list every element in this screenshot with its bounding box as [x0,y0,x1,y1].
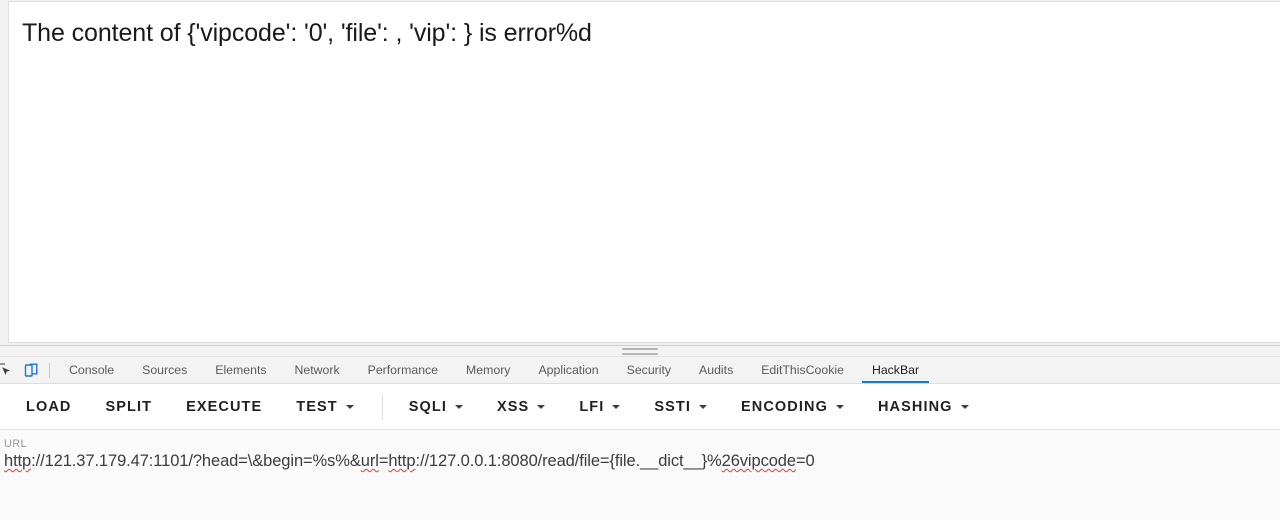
button-label: TEST [296,398,338,415]
chevron-down-icon [537,404,546,409]
url-input[interactable]: http://121.37.179.47:1101/?head=\&begin=… [2,452,1272,471]
drag-handle-line [622,353,658,355]
tab-label: Console [69,363,115,377]
load-button[interactable]: LOAD [16,393,81,421]
chevron-down-icon [612,404,621,409]
url-segment: = [378,452,389,470]
tab-performance[interactable]: Performance [354,357,452,383]
chevron-down-icon [960,404,969,409]
devtools-resize-strip[interactable] [0,346,1280,357]
tab-label: Network [294,363,340,377]
button-label: SQLI [408,398,447,415]
lfi-dropdown-button[interactable]: LFI [569,393,630,421]
tab-elements[interactable]: Elements [201,357,280,383]
button-label: XSS [496,398,530,415]
button-label: ENCODING [741,398,828,415]
url-segment-misspelled: http [4,452,32,470]
button-label: SPLIT [105,398,153,415]
device-toolbar-icon[interactable] [18,357,45,383]
toolbar-divider [381,393,383,420]
tab-memory[interactable]: Memory [452,357,524,383]
devtools-tab-list: Console Sources Elements Network Perform… [55,357,933,383]
ssti-dropdown-button[interactable]: SSTI [644,393,717,421]
tab-application[interactable]: Application [524,357,612,383]
hackbar-url-section: URL http://121.37.179.47:1101/?head=\&be… [0,430,1280,520]
url-segment: =0 [795,452,815,470]
tab-label: Elements [215,363,267,377]
tabbar-divider [49,362,50,378]
button-label: EXECUTE [186,398,263,415]
split-button[interactable]: SPLIT [95,393,162,421]
url-segment-misspelled: url [360,452,379,470]
hackbar-toolbar: LOAD SPLIT EXECUTE TEST SQLI XSS LFI SST… [0,384,1280,430]
tab-label: Application [538,363,599,377]
browser-window: The content of {'vipcode': '0', 'file': … [0,0,1280,520]
sqli-dropdown-button[interactable]: SQLI [399,393,473,421]
tab-label: Audits [699,363,734,377]
encoding-dropdown-button[interactable]: ENCODING [731,393,854,421]
button-label: LFI [579,398,605,415]
tab-label: Memory [466,363,511,377]
url-segment: ://127.0.0.1:8080/read/file={file.__dict… [415,452,722,470]
devtools-panel: Console Sources Elements Network Perform… [0,345,1280,520]
xss-dropdown-button[interactable]: XSS [487,393,555,421]
tab-hackbar[interactable]: HackBar [858,357,933,383]
chevron-down-icon [454,404,463,409]
url-segment-misspelled: 26vipcode [721,452,796,470]
test-dropdown-button[interactable]: TEST [286,393,363,421]
tab-label: Performance [367,363,439,377]
tab-label: HackBar [871,363,920,377]
page-viewport[interactable]: The content of {'vipcode': '0', 'file': … [8,1,1280,343]
tab-label: EditThisCookie [761,363,844,377]
chevron-down-icon [835,404,844,409]
devtools-drag-handle[interactable] [622,348,658,355]
chevron-down-icon [699,404,707,409]
tab-sources[interactable]: Sources [128,357,201,383]
devtools-tabbar: Console Sources Elements Network Perform… [0,357,1280,384]
hashing-dropdown-button[interactable]: HASHING [868,393,979,421]
execute-button[interactable]: EXECUTE [176,393,272,421]
url-field-label: URL [4,438,27,450]
tab-label: Security [626,363,672,377]
button-label: SSTI [654,398,691,415]
tab-label: Sources [142,363,188,377]
tab-audits[interactable]: Audits [685,357,747,383]
tab-console[interactable]: Console [55,357,128,383]
chevron-down-icon [345,404,354,409]
page-content-text: The content of {'vipcode': '0', 'file': … [22,19,592,47]
tab-network[interactable]: Network [281,357,354,383]
inspect-element-icon[interactable] [0,357,18,383]
url-segment: ://121.37.179.47:1101/?head=\&begin=%s%& [31,452,361,470]
drag-handle-line [622,348,658,350]
device-emulation-shell: The content of {'vipcode': '0', 'file': … [0,0,1280,345]
button-label: HASHING [877,398,953,415]
tab-security[interactable]: Security [613,357,685,383]
tab-editthiscookie[interactable]: EditThisCookie [747,357,858,383]
url-segment-misspelled: http [388,452,416,470]
button-label: LOAD [26,398,72,415]
